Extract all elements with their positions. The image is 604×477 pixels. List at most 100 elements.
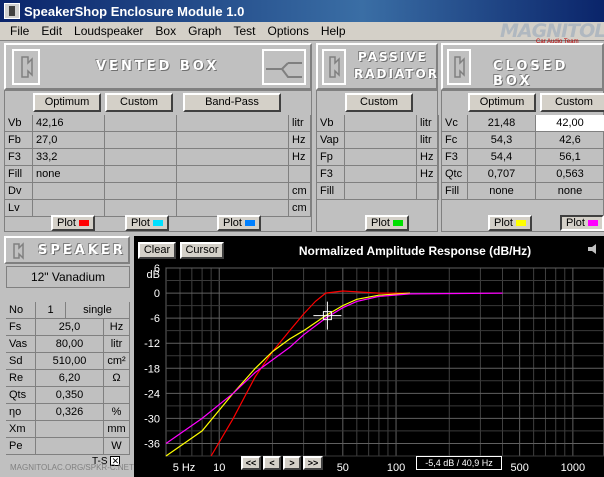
passive-custom-value[interactable] bbox=[345, 132, 417, 149]
speaker-param-unit: Ω bbox=[104, 370, 130, 387]
nav-next-button[interactable]: > bbox=[283, 456, 301, 470]
passive-plot-button[interactable]: Plot bbox=[365, 215, 409, 231]
vented-custom-value[interactable] bbox=[105, 183, 177, 200]
vented-param-label: Fill bbox=[5, 166, 33, 183]
closed-plot-optimum-button[interactable]: Plot bbox=[488, 215, 532, 231]
vented-optimum-value[interactable]: 27,0 bbox=[33, 132, 105, 149]
vented-optimum-button[interactable]: Optimum bbox=[33, 93, 101, 112]
speaker-param-label: Vas bbox=[6, 336, 36, 353]
speaker-name[interactable]: 12" Vanadium bbox=[6, 266, 130, 288]
closed-custom-button[interactable]: Custom bbox=[540, 93, 604, 112]
amplitude-chart[interactable]: 60-6-12-18-24-30-36dB5 Hz 10 50 100 500 1000 bbox=[134, 262, 604, 477]
closed-optimum-value[interactable]: 21,48 bbox=[468, 115, 536, 132]
closed-param-label: Fc bbox=[442, 132, 468, 149]
vented-custom-button[interactable]: Custom bbox=[105, 93, 173, 112]
speaker-param-value[interactable]: 80,00 bbox=[36, 336, 104, 353]
speaker-param-value[interactable]: 6,20 bbox=[36, 370, 104, 387]
title-bar[interactable]: SpeakerShop Enclosure Module 1.0 bbox=[0, 0, 604, 22]
passive-param-label: Fp bbox=[317, 149, 345, 166]
speaker-param-value[interactable] bbox=[36, 421, 104, 438]
vented-custom-value[interactable] bbox=[105, 115, 177, 132]
nav-prev-button[interactable]: < bbox=[263, 456, 281, 470]
nav-last-button[interactable]: >> bbox=[303, 456, 323, 470]
closed-optimum-value[interactable]: none bbox=[468, 183, 536, 200]
closed-custom-value[interactable]: none bbox=[536, 183, 604, 200]
speaker-icon bbox=[13, 242, 24, 260]
nav-first-button[interactable]: << bbox=[241, 456, 261, 470]
menu-edit[interactable]: Edit bbox=[35, 24, 68, 38]
vented-optimum-value[interactable]: none bbox=[33, 166, 105, 183]
vented-bandpass-value[interactable] bbox=[177, 183, 289, 200]
passive-custom-value[interactable] bbox=[345, 115, 417, 132]
passive-unit: litr bbox=[417, 132, 439, 149]
vented-bandpass-value[interactable] bbox=[177, 166, 289, 183]
vented-unit: cm bbox=[289, 200, 311, 217]
closed-optimum-value[interactable]: 0,707 bbox=[468, 166, 536, 183]
vented-plot-custom-button[interactable]: Plot bbox=[125, 215, 169, 231]
speaker-param-value[interactable]: 510,00 bbox=[36, 353, 104, 370]
closed-plot-custom-button[interactable]: Plot bbox=[560, 215, 604, 231]
closed-custom-value[interactable]: 42,6 bbox=[536, 132, 604, 149]
vented-unit bbox=[289, 166, 311, 183]
vented-param-label: Fb bbox=[5, 132, 33, 149]
vented-custom-value[interactable] bbox=[105, 149, 177, 166]
speaker-param-label: Sd bbox=[6, 353, 36, 370]
app-icon bbox=[4, 3, 20, 19]
cursor-readout: -5,4 dB / 40,9 Hz bbox=[416, 456, 502, 470]
speaker-param-unit bbox=[104, 387, 130, 404]
vented-custom-value[interactable] bbox=[105, 132, 177, 149]
closed-param-label: Fill bbox=[442, 183, 468, 200]
passive-unit: Hz bbox=[417, 166, 439, 183]
vented-param-label: Dv bbox=[5, 183, 33, 200]
speaker-param-unit: W bbox=[104, 438, 130, 455]
menu-options[interactable]: Options bbox=[261, 24, 314, 38]
speaker-param-table: No 1 single Fs 25,0 Hz Vas 80,00 litr Sd 510,00… bbox=[6, 302, 130, 468]
closed-param-label: F3 bbox=[442, 149, 468, 166]
passive-title-line1: PASSIVE bbox=[358, 50, 428, 64]
closed-optimum-button[interactable]: Optimum bbox=[468, 93, 536, 112]
speaker-param-unit: litr bbox=[104, 336, 130, 353]
speaker-param-label: Qts bbox=[6, 387, 36, 404]
vented-custom-value[interactable] bbox=[105, 166, 177, 183]
menu-test[interactable]: Test bbox=[227, 24, 261, 38]
vented-bandpass-value[interactable] bbox=[177, 149, 289, 166]
graph-clear-button[interactable]: Clear bbox=[138, 242, 176, 259]
vented-plot-bandpass-button[interactable]: Plot bbox=[217, 215, 261, 231]
speaker-no-value[interactable]: 1 bbox=[36, 302, 66, 319]
passive-custom-value[interactable] bbox=[345, 149, 417, 166]
speaker-param-value[interactable]: 0,350 bbox=[36, 387, 104, 404]
menu-file[interactable]: File bbox=[4, 24, 35, 38]
menu-box[interactable]: Box bbox=[149, 24, 182, 38]
vented-bandpass-button[interactable]: Band-Pass bbox=[183, 93, 281, 112]
green-swatch bbox=[392, 220, 403, 227]
vented-optimum-value[interactable] bbox=[33, 183, 105, 200]
closed-optimum-value[interactable]: 54,3 bbox=[468, 132, 536, 149]
speaker-mode[interactable]: single bbox=[66, 302, 130, 319]
vented-bandpass-value[interactable] bbox=[177, 132, 289, 149]
closed-custom-value[interactable]: 56,1 bbox=[536, 149, 604, 166]
vented-optimum-value[interactable]: 33,2 bbox=[33, 149, 105, 166]
menu-graph[interactable]: Graph bbox=[182, 24, 227, 38]
vented-plot-optimum-button[interactable]: Plot bbox=[51, 215, 95, 231]
passive-custom-button[interactable]: Custom bbox=[345, 93, 413, 112]
vented-bandpass-value[interactable] bbox=[177, 115, 289, 132]
speaker-param-value[interactable]: 25,0 bbox=[36, 319, 104, 336]
passive-custom-value[interactable] bbox=[345, 183, 417, 200]
passive-custom-value[interactable] bbox=[345, 166, 417, 183]
y-tick-label: -12 bbox=[144, 338, 160, 350]
red-swatch bbox=[78, 220, 89, 227]
graph-cursor-button[interactable]: Cursor bbox=[180, 242, 224, 259]
closed-optimum-value[interactable]: 54,4 bbox=[468, 149, 536, 166]
vented-optimum-value[interactable]: 42,16 bbox=[33, 115, 105, 132]
menu-help[interactable]: Help bbox=[315, 24, 352, 38]
cyan-swatch bbox=[152, 220, 163, 227]
vented-box-header: VENTED BOX bbox=[4, 43, 312, 90]
y-tick-label: -30 bbox=[144, 413, 160, 425]
closed-custom-value[interactable]: 0,563 bbox=[536, 166, 604, 183]
menu-loudspeaker[interactable]: Loudspeaker bbox=[68, 24, 149, 38]
speaker-param-value[interactable]: 0,326 bbox=[36, 404, 104, 421]
speaker-param-value[interactable] bbox=[36, 438, 104, 455]
closed-custom-value[interactable]: 42,00 bbox=[536, 115, 604, 132]
x-tick-label: 5 Hz bbox=[173, 462, 196, 474]
speaker-header: SPEAKER bbox=[4, 236, 130, 264]
